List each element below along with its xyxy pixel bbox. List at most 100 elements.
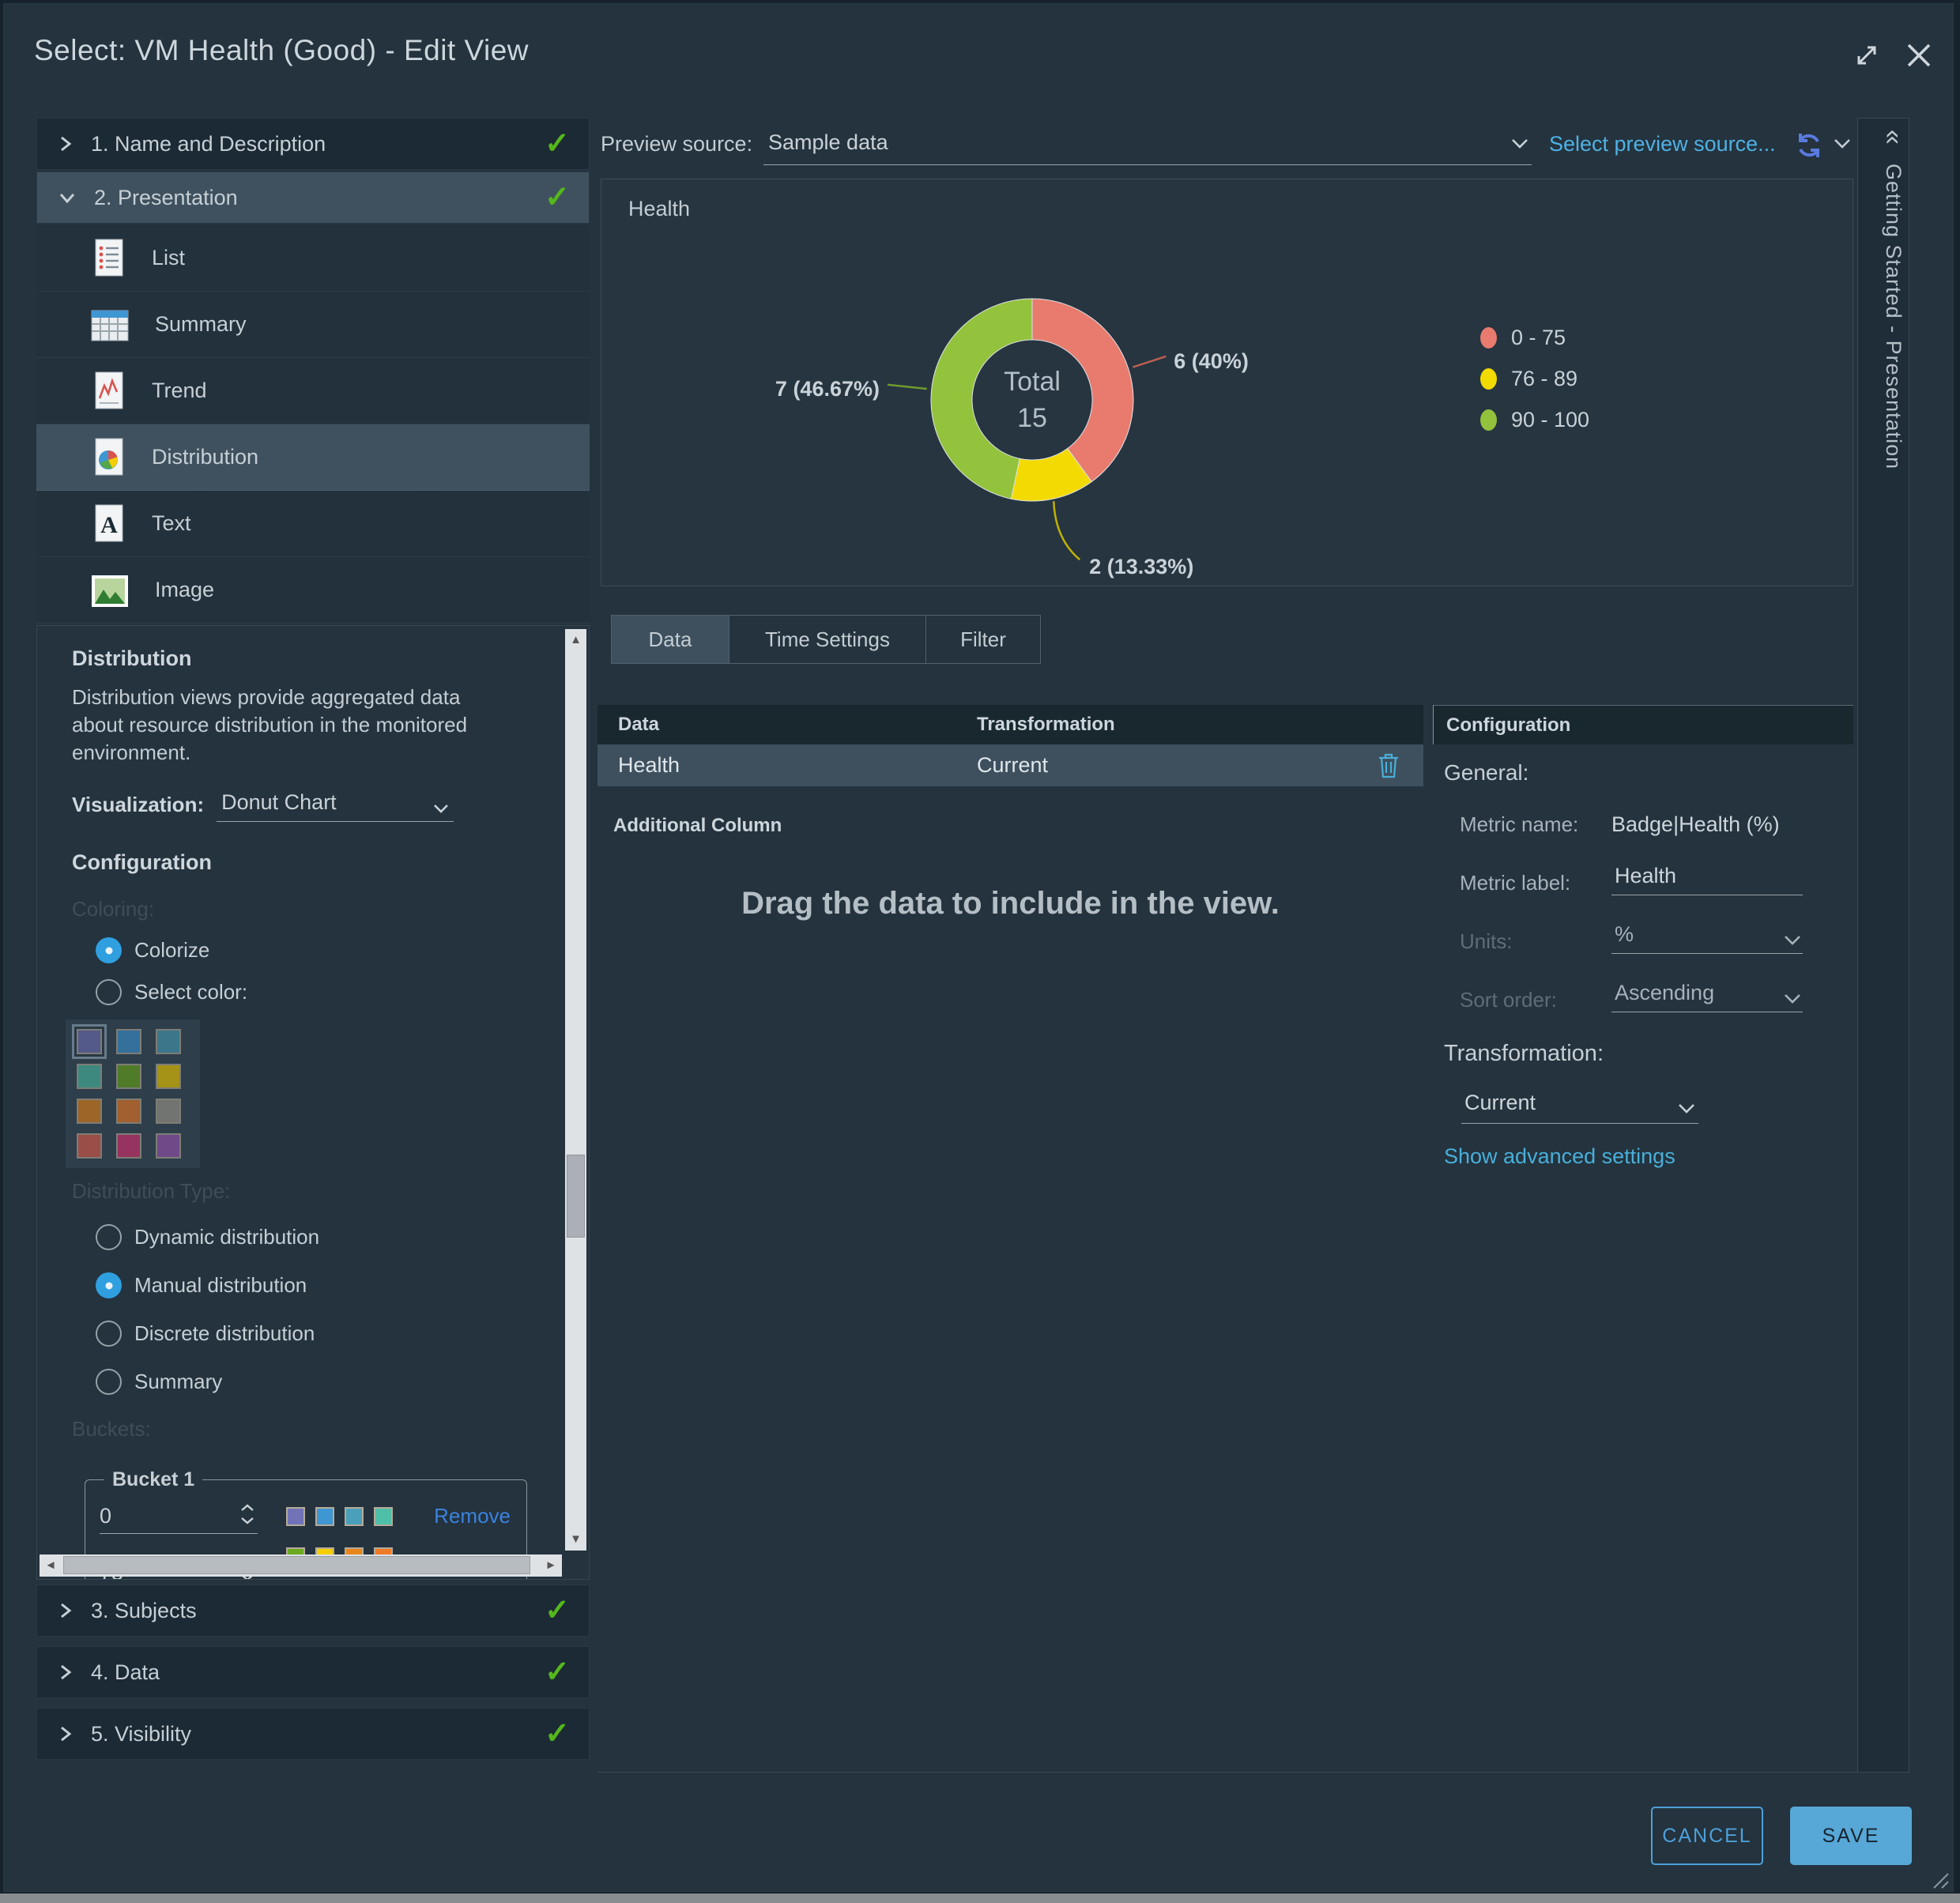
units-select[interactable]: %	[1611, 922, 1803, 954]
legend-item: 76 - 89	[1480, 358, 1589, 399]
color-swatch[interactable]	[156, 1029, 181, 1054]
step-name-and-description[interactable]: 1. Name and Description ✓	[36, 118, 590, 170]
color-swatch[interactable]	[77, 1029, 102, 1054]
color-swatch[interactable]	[315, 1507, 334, 1526]
manual-distribution-radio[interactable]: Manual distribution	[96, 1272, 541, 1298]
main-content: Preview source: Sample data Select previ…	[597, 118, 1857, 1773]
step-complete-check-icon: ✓	[545, 1596, 570, 1626]
color-swatch[interactable]	[156, 1064, 181, 1089]
chart-legend: 0 - 75 76 - 89 90 - 100	[1480, 317, 1589, 440]
resize-handle[interactable]	[1929, 1869, 1950, 1890]
scroll-left-arrow[interactable]: ◄	[40, 1554, 62, 1577]
table-row[interactable]: Health Current	[597, 744, 1423, 786]
color-swatch[interactable]	[374, 1507, 393, 1526]
color-swatch[interactable]	[77, 1098, 102, 1124]
collapse-double-chevron-icon[interactable]: «	[1879, 130, 1909, 145]
configuration-heading: Configuration	[72, 850, 541, 875]
color-swatch[interactable]	[345, 1507, 364, 1526]
vertical-scrollbar[interactable]: ▲ ▼	[565, 629, 586, 1551]
tab-data[interactable]: Data	[611, 615, 729, 664]
color-swatch[interactable]	[116, 1133, 141, 1159]
item-label: List	[152, 246, 185, 270]
step-complete-check-icon: ✓	[545, 129, 570, 159]
tab-filter[interactable]: Filter	[925, 615, 1041, 664]
horizontal-scrollbar[interactable]: ◄ ►	[40, 1554, 562, 1577]
delete-row-icon[interactable]	[1378, 752, 1400, 779]
color-swatch[interactable]	[116, 1098, 141, 1124]
preview-source-select[interactable]: Sample data	[763, 126, 1532, 165]
distribution-icon	[89, 436, 128, 479]
radio-on-icon	[96, 937, 122, 963]
color-swatch[interactable]	[116, 1029, 141, 1054]
colorize-radio[interactable]: Colorize	[96, 937, 541, 963]
image-icon	[89, 571, 131, 610]
color-swatch[interactable]	[77, 1064, 102, 1089]
save-button[interactable]: SAVE	[1790, 1807, 1912, 1865]
expand-icon[interactable]	[1852, 40, 1882, 70]
metric-label-input[interactable]: Health	[1611, 864, 1803, 895]
close-icon[interactable]	[1902, 39, 1936, 72]
step-data[interactable]: 4. Data ✓	[36, 1646, 590, 1698]
cancel-button[interactable]: CANCEL	[1651, 1807, 1763, 1865]
color-swatch[interactable]	[286, 1507, 305, 1526]
sort-order-select[interactable]: Ascending	[1611, 981, 1803, 1012]
show-advanced-settings-link[interactable]: Show advanced settings	[1444, 1144, 1845, 1169]
summary-distribution-radio[interactable]: Summary	[96, 1369, 541, 1395]
getting-started-label: Getting Started - Presentation	[1882, 164, 1905, 469]
scroll-right-arrow[interactable]: ►	[540, 1554, 562, 1577]
select-color-radio[interactable]: Select color:	[96, 979, 541, 1005]
radio-on-icon	[96, 1272, 122, 1298]
color-swatch[interactable]	[156, 1133, 181, 1159]
distribution-type-label: Distribution Type:	[72, 1179, 541, 1204]
coloring-label: Coloring:	[72, 897, 541, 921]
visualization-select[interactable]: Donut Chart	[217, 790, 454, 822]
chevron-down-icon	[1784, 993, 1801, 1004]
select-preview-source-link[interactable]: Select preview source...	[1549, 132, 1776, 156]
drag-hint: Drag the data to include in the view.	[597, 886, 1423, 921]
legend-item: 90 - 100	[1480, 399, 1589, 440]
dynamic-distribution-radio[interactable]: Dynamic distribution	[96, 1224, 541, 1250]
step-label: 4. Data	[91, 1660, 545, 1685]
chart-title: Health	[628, 197, 690, 221]
color-swatch[interactable]	[77, 1133, 102, 1159]
step-complete-check-icon: ✓	[545, 183, 570, 213]
stepper-arrows-icon[interactable]	[240, 1504, 254, 1524]
scroll-down-arrow[interactable]: ▼	[565, 1528, 586, 1551]
bucket-min-stepper[interactable]	[100, 1504, 258, 1534]
units-label: Units:	[1444, 929, 1611, 954]
presentation-item-distribution[interactable]: Distribution	[36, 424, 590, 491]
transformation-label: Transformation:	[1444, 1041, 1845, 1067]
metric-label-label: Metric label:	[1444, 871, 1611, 895]
scrollbar-thumb[interactable]	[567, 1155, 585, 1238]
tab-time-settings[interactable]: Time Settings	[729, 615, 926, 664]
list-icon	[89, 237, 128, 280]
presentation-item-trend[interactable]: Distribution Trend	[36, 358, 590, 424]
color-swatch[interactable]	[156, 1098, 181, 1124]
chevron-down-icon	[58, 188, 77, 207]
window-bottom-edge	[0, 1894, 1960, 1903]
callout-line	[1054, 501, 1080, 560]
getting-started-strip[interactable]: « Getting Started - Presentation	[1857, 118, 1909, 1773]
transformation-select[interactable]: Current	[1461, 1091, 1698, 1124]
detail-tabs: Data Time Settings Filter	[612, 615, 1041, 664]
scroll-up-arrow[interactable]: ▲	[565, 629, 586, 651]
step-subjects[interactable]: 3. Subjects ✓	[36, 1585, 590, 1637]
chevron-down-icon[interactable]	[1834, 138, 1851, 149]
buckets-label: Buckets:	[72, 1417, 541, 1441]
color-swatch[interactable]	[116, 1064, 141, 1089]
step-visibility[interactable]: 5. Visibility ✓	[36, 1708, 590, 1760]
configuration-header: Configuration	[1446, 714, 1570, 737]
general-label: General:	[1444, 760, 1845, 786]
scrollbar-thumb[interactable]	[63, 1556, 530, 1574]
wizard-steps-panel: 1. Name and Description ✓ 2. Presentatio…	[36, 118, 590, 1763]
refresh-icon[interactable]	[1794, 130, 1824, 160]
configuration-panel: Configuration General: Metric name: Badg…	[1433, 699, 1853, 1169]
bucket-min-input[interactable]	[100, 1504, 210, 1528]
presentation-item-summary[interactable]: Summary	[36, 292, 590, 358]
step-presentation[interactable]: 2. Presentation ✓	[36, 171, 590, 224]
discrete-distribution-radio[interactable]: Discrete distribution	[96, 1321, 541, 1347]
chevron-right-icon	[58, 1661, 74, 1683]
presentation-item-text[interactable]: A Text	[36, 491, 590, 557]
presentation-item-list[interactable]: List	[36, 225, 590, 292]
presentation-item-image[interactable]: Image	[36, 557, 590, 624]
